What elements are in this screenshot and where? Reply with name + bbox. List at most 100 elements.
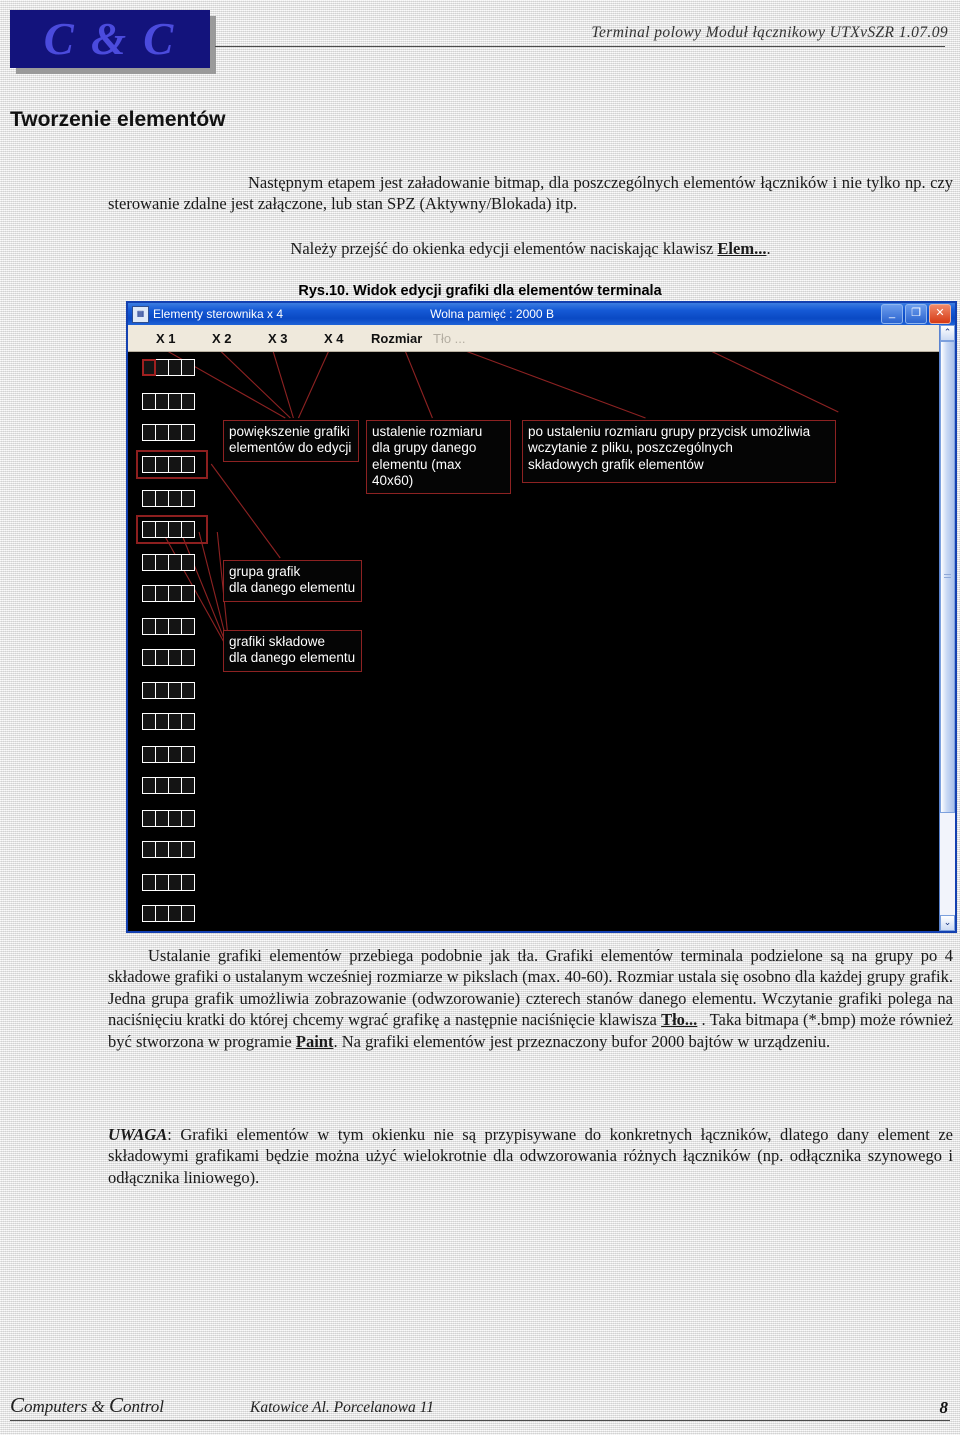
element-cell[interactable] (169, 842, 181, 857)
element-cell[interactable] (156, 906, 168, 921)
element-cell[interactable] (156, 747, 168, 762)
element-cell[interactable] (156, 360, 168, 375)
element-cell[interactable] (169, 394, 181, 409)
element-cell[interactable] (143, 555, 155, 570)
element-cell[interactable] (182, 360, 194, 375)
vertical-scrollbar[interactable]: ⌃ ⌄ (939, 325, 955, 931)
element-cell[interactable] (156, 491, 168, 506)
tlo-button[interactable]: Tło ... (433, 331, 466, 346)
element-cell[interactable] (182, 778, 194, 793)
element-cell[interactable] (182, 842, 194, 857)
element-cell[interactable] (143, 906, 155, 921)
paint-key-link[interactable]: Paint (296, 1032, 334, 1051)
element-cell[interactable] (169, 747, 181, 762)
element-group-row-9[interactable] (142, 618, 195, 635)
element-cell[interactable] (182, 394, 194, 409)
element-cell[interactable] (143, 747, 155, 762)
window-toolbar[interactable]: X 1 X 2 X 3 X 4 Rozmiar Tło ... (128, 325, 955, 352)
element-cell[interactable] (143, 714, 155, 729)
scroll-down-arrow-icon[interactable]: ⌄ (940, 915, 955, 931)
element-group-row-7[interactable] (142, 554, 195, 571)
element-group-row-18[interactable] (142, 905, 195, 922)
minimize-button[interactable]: _ (881, 304, 903, 324)
element-cell[interactable] (156, 683, 168, 698)
element-graphics-canvas[interactable]: powiększenie grafiki elementów do edycji… (128, 352, 955, 931)
element-cell[interactable] (156, 714, 168, 729)
zoom-x2-button[interactable]: X 2 (212, 331, 232, 346)
element-cell[interactable] (169, 586, 181, 601)
element-cell[interactable] (169, 778, 181, 793)
app-window[interactable]: ▦ Elementy sterownika x 4 Wolna pamięć :… (126, 301, 957, 933)
zoom-x1-button[interactable]: X 1 (156, 331, 176, 346)
element-cell[interactable] (156, 875, 168, 890)
element-group-row-14[interactable] (142, 777, 195, 794)
element-cell[interactable] (143, 778, 155, 793)
element-cell[interactable] (142, 359, 156, 376)
element-group-row-10[interactable] (142, 649, 195, 666)
element-cell[interactable] (182, 586, 194, 601)
element-group-row-5[interactable] (142, 490, 195, 507)
element-cell[interactable] (169, 425, 181, 440)
zoom-x4-button[interactable]: X 4 (324, 331, 344, 346)
element-cell[interactable] (156, 394, 168, 409)
element-cell[interactable] (182, 650, 194, 665)
close-button[interactable]: ✕ (929, 304, 951, 324)
element-group-row-2[interactable] (142, 393, 195, 410)
element-cell[interactable] (143, 394, 155, 409)
window-buttons[interactable]: _ ❐ ✕ (881, 304, 953, 324)
element-cell[interactable] (169, 619, 181, 634)
element-cell[interactable] (182, 555, 194, 570)
element-cell[interactable] (169, 714, 181, 729)
element-cell[interactable] (156, 650, 168, 665)
element-cell[interactable] (169, 491, 181, 506)
element-cell[interactable] (156, 842, 168, 857)
element-cell[interactable] (182, 425, 194, 440)
element-cell[interactable] (143, 586, 155, 601)
element-group-row-8[interactable] (142, 585, 195, 602)
window-titlebar[interactable]: ▦ Elementy sterownika x 4 Wolna pamięć :… (128, 303, 955, 325)
element-cell[interactable] (169, 650, 181, 665)
element-cell[interactable] (143, 811, 155, 826)
element-cell[interactable] (169, 683, 181, 698)
element-group-row-3[interactable] (142, 424, 195, 441)
element-cell[interactable] (182, 619, 194, 634)
elem-key-link[interactable]: Elem... (717, 239, 766, 258)
element-cell[interactable] (182, 714, 194, 729)
element-cell[interactable] (143, 650, 155, 665)
element-group-row-13[interactable] (142, 746, 195, 763)
zoom-x3-button[interactable]: X 3 (268, 331, 288, 346)
element-cell[interactable] (169, 811, 181, 826)
rozmiar-button[interactable]: Rozmiar (371, 331, 422, 346)
element-cell[interactable] (169, 906, 181, 921)
tlo-key-link[interactable]: Tło... (661, 1010, 697, 1029)
maximize-button[interactable]: ❐ (905, 304, 927, 324)
scroll-up-arrow-icon[interactable]: ⌃ (940, 325, 955, 341)
element-cell[interactable] (182, 747, 194, 762)
element-cell[interactable] (156, 586, 168, 601)
element-cell[interactable] (156, 555, 168, 570)
element-cell[interactable] (169, 555, 181, 570)
element-cell[interactable] (182, 875, 194, 890)
element-cell[interactable] (182, 811, 194, 826)
element-group-row-16[interactable] (142, 841, 195, 858)
element-cell[interactable] (143, 619, 155, 634)
element-cell[interactable] (156, 425, 168, 440)
element-cell[interactable] (143, 875, 155, 890)
element-group-row-1[interactable] (142, 359, 195, 376)
element-cell[interactable] (182, 491, 194, 506)
element-group-row-15[interactable] (142, 810, 195, 827)
scrollbar-thumb[interactable] (940, 341, 955, 813)
element-cell[interactable] (156, 811, 168, 826)
element-cell[interactable] (143, 425, 155, 440)
element-cell[interactable] (156, 619, 168, 634)
element-cell[interactable] (182, 906, 194, 921)
element-cell[interactable] (143, 491, 155, 506)
element-cell[interactable] (169, 875, 181, 890)
element-cell[interactable] (143, 683, 155, 698)
element-cell[interactable] (143, 842, 155, 857)
element-group-row-17[interactable] (142, 874, 195, 891)
element-group-row-11[interactable] (142, 682, 195, 699)
element-cell[interactable] (182, 683, 194, 698)
element-cell[interactable] (156, 778, 168, 793)
element-cell[interactable] (169, 360, 181, 375)
